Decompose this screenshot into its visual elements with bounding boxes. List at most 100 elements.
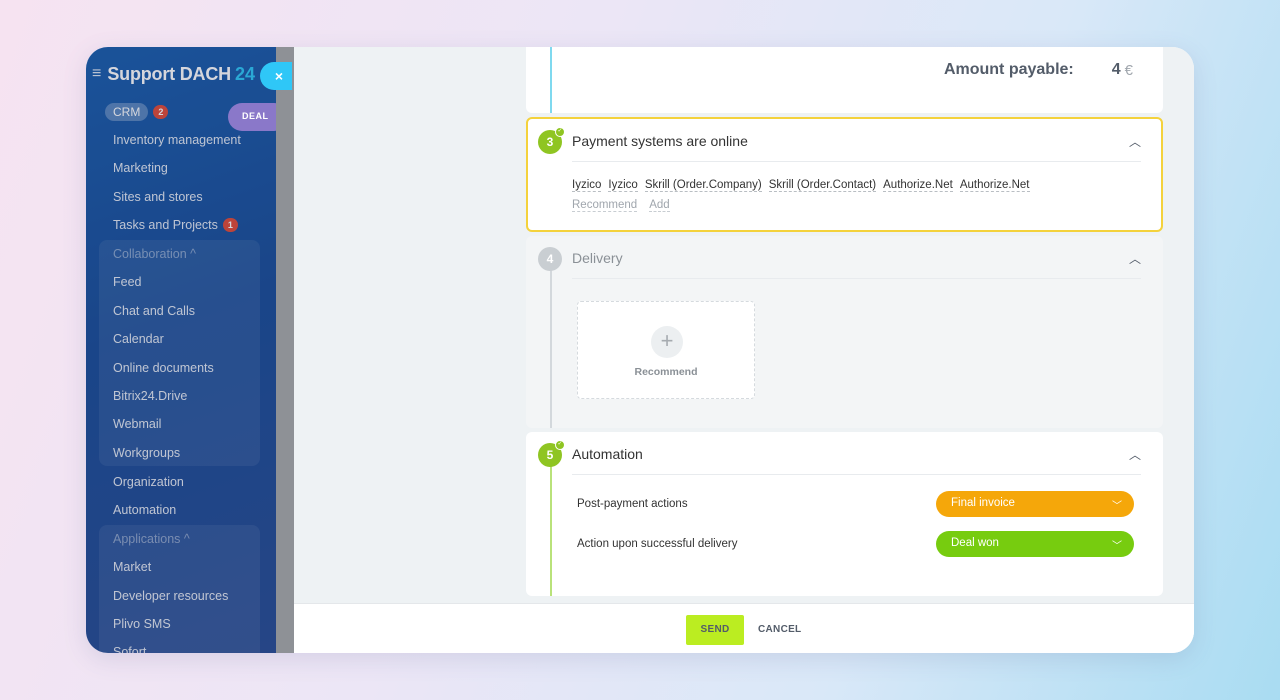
payment-system-item[interactable]: Iyzico [608,179,638,192]
sidebar-item-label: Organization [113,475,184,489]
payment-system-item[interactable]: Skrill (Order.Company) [644,179,762,192]
sidebar-item-label: Bitrix24.Drive [113,389,188,403]
amount-value: 4 [1111,61,1121,78]
check-icon: ✓ [555,127,565,137]
payment-system-item[interactable]: Authorize.Net [959,179,1030,192]
step-number-text: 3 [546,135,554,149]
collaboration-group [99,240,260,466]
sidebar-item-label: Chat and Calls [113,304,195,318]
brand-number: 24 [234,63,255,84]
sidebar-item-feed[interactable]: Feed [113,275,142,289]
step-number-3: 3 ✓ [538,127,565,154]
slider-footer: SEND CANCEL [294,603,1194,653]
automation-card: 5 ✓ Automation ︿ Post-payment actions Fi… [526,432,1163,596]
step-number-text: 4 [546,252,554,266]
sidebar-item-developer[interactable]: Developer resources [113,589,228,603]
sidebar-item-label: Automation [113,503,177,517]
sidebar-item-crm[interactable]: CRM 2 [105,103,169,121]
sidebar-item-chat[interactable]: Chat and Calls [113,304,195,318]
sidebar-item-label: Tasks and Projects [113,218,218,232]
left-pane [294,47,518,603]
sidebar-item-documents[interactable]: Online documents [113,361,214,375]
amount-label: Amount payable: [943,61,1074,78]
sidebar-item-label: Feed [113,275,142,289]
sidebar-item-label: Sites and stores [113,190,203,204]
step-number-text: 5 [546,448,554,462]
left-sidebar: ≡ Support DACH 24 CRM 2 Inventory manage… [86,47,276,653]
sidebar-item-label: Plivo SMS [113,617,171,631]
sidebar-item-label: Collaboration ^ [113,247,196,261]
timeline-line [550,466,552,596]
app-window: ≡ Support DACH 24 CRM 2 Inventory manage… [86,47,1194,653]
post-payment-select[interactable]: Final invoice ﹀ [936,491,1134,517]
sidebar-item-plivo[interactable]: Plivo SMS [113,617,171,631]
chevron-down-icon: ﹀ [1112,541,1122,552]
sidebar-group-applications[interactable]: Applications ^ [113,532,190,546]
sidebar-item-marketing[interactable]: Marketing [113,161,168,175]
payment-title: Payment systems are online [572,133,748,149]
card-separator [572,474,1141,475]
plus-icon: + [651,326,683,358]
chevron-down-icon: ﹀ [1112,501,1122,512]
close-slider-button[interactable]: × [260,62,292,90]
timeline-line [550,47,552,113]
slider-overlay-strip [276,47,294,653]
sidebar-item-calendar[interactable]: Calendar [113,332,164,346]
payment-system-list: Iyzico Iyzico Skrill (Order.Company) Skr… [572,179,1030,192]
sidebar-item-label: Online documents [113,361,214,375]
sidebar-item-label: Webmail [113,417,162,431]
sidebar-item-tasks[interactable]: Tasks and Projects 1 [113,218,238,232]
brand[interactable]: ≡ Support DACH 24 [92,63,255,85]
sidebar-item-label: Applications ^ [113,532,190,546]
delivery-action-select[interactable]: Deal won ﹀ [936,531,1134,557]
menu-burger-icon[interactable]: ≡ [92,65,101,83]
payment-actions: Recommend Add [572,199,670,212]
payment-system-item[interactable]: Iyzico [572,179,602,192]
sidebar-item-sofort[interactable]: Sofort [113,645,146,653]
slider-panel: Amount payable: 4 € 3 ✓ Payment systems … [294,47,1194,653]
amount-row: Amount payable: 4 € [944,61,1133,79]
payment-system-item[interactable]: Skrill (Order.Contact) [768,179,877,192]
recommend-delivery-tile[interactable]: + Recommend [577,301,755,399]
collapse-chevron-icon[interactable]: ︿ [1129,133,1141,149]
step-number-5: 5 ✓ [538,440,565,467]
sidebar-item-label: Marketing [113,161,168,175]
sidebar-item-label: Inventory management [113,133,241,147]
crm-counter-badge: 2 [153,105,169,119]
delivery-card: 4 Delivery ︿ + Recommend [526,236,1163,428]
sidebar-item-label: Developer resources [113,589,229,603]
payment-system-item[interactable]: Authorize.Net [883,179,953,192]
sidebar-item-market[interactable]: Market [113,560,151,574]
select-value: Deal won [951,537,999,549]
sidebar-group-collaboration[interactable]: Collaboration ^ [113,247,196,261]
automation-row-label: Post-payment actions [577,498,688,510]
sidebar-item-sites[interactable]: Sites and stores [113,190,203,204]
timeline-line [550,270,552,428]
sidebar-item-workgroups[interactable]: Workgroups [113,446,180,460]
sidebar-item-automation[interactable]: Automation [113,503,176,517]
order-steps: Amount payable: 4 € 3 ✓ Payment systems … [518,47,1194,603]
send-button[interactable]: SEND [686,615,744,645]
sidebar-item-inventory[interactable]: Inventory management [113,133,241,147]
sidebar-item-drive[interactable]: Bitrix24.Drive [113,389,187,403]
collapse-chevron-icon[interactable]: ︿ [1129,250,1141,266]
crm-label: CRM [105,103,149,121]
collapse-chevron-icon[interactable]: ︿ [1129,446,1141,462]
add-link[interactable]: Add [649,199,670,212]
recommend-link[interactable]: Recommend [572,199,638,212]
sidebar-item-label: Workgroups [113,446,181,460]
step-number-4: 4 [538,247,562,271]
card-separator [572,278,1141,279]
sidebar-item-label: Sofort [113,645,147,653]
sidebar-item-webmail[interactable]: Webmail [113,417,161,431]
check-icon: ✓ [555,440,565,450]
sidebar-item-label: Market [113,560,152,574]
select-value: Final invoice [951,497,1015,509]
amount-card: Amount payable: 4 € [526,47,1163,113]
sidebar-item-organization[interactable]: Organization [113,475,184,489]
payment-systems-card: 3 ✓ Payment systems are online ︿ Iyzico … [526,117,1163,232]
automation-title: Automation [572,446,643,462]
automation-row-label: Action upon successful delivery [577,538,738,550]
cancel-button[interactable]: CANCEL [758,615,801,645]
recommend-label: Recommend [634,366,698,378]
